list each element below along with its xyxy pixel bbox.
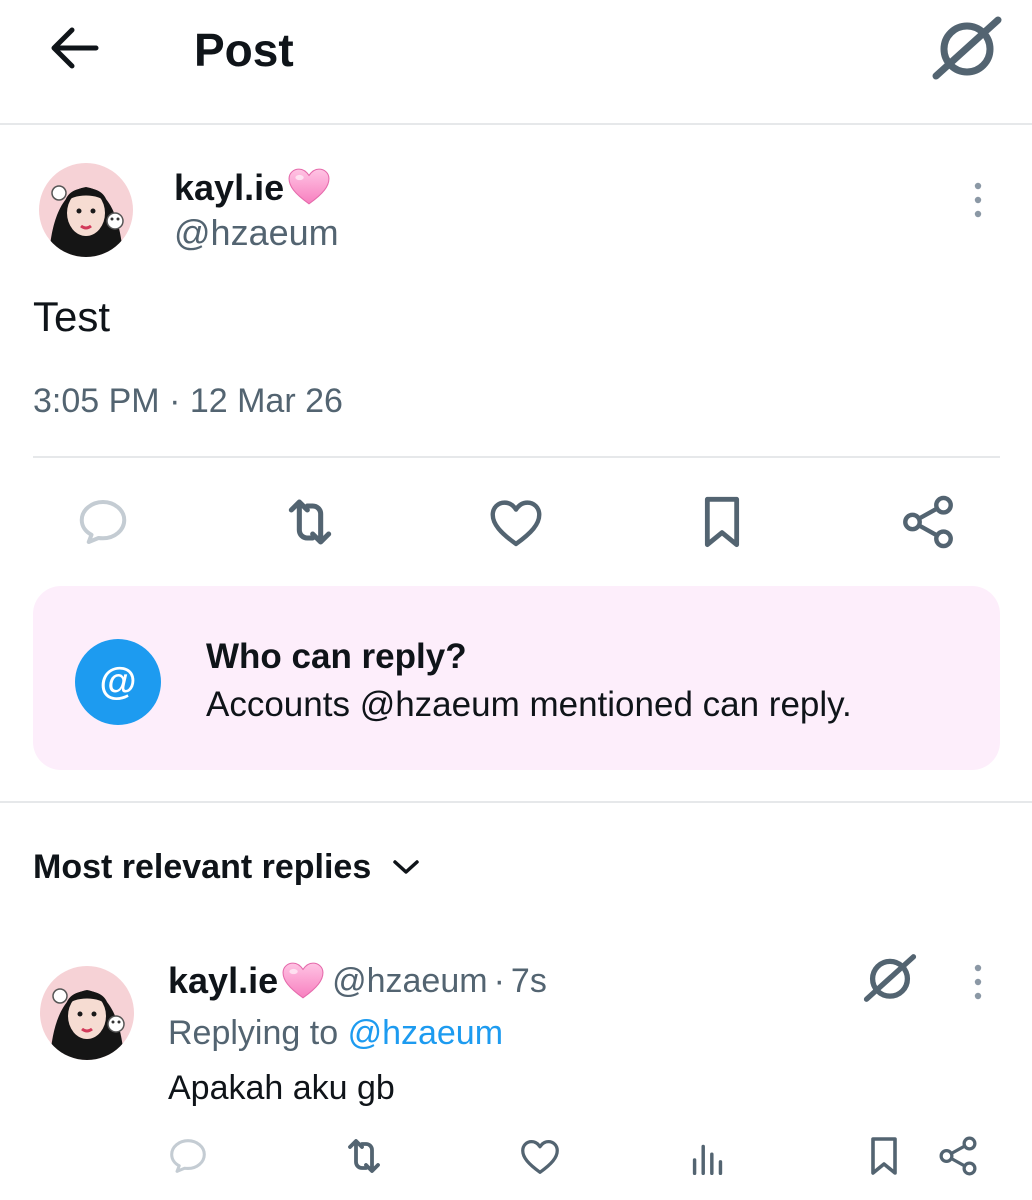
- arrow-left-icon: [51, 27, 99, 69]
- reply-reply-button[interactable]: [160, 1128, 216, 1184]
- reply-grok-button[interactable]: [862, 952, 918, 1004]
- post-timestamp: 3:05 PM · 12 Mar 26: [33, 382, 343, 420]
- reply-bookmark-button[interactable]: [856, 1128, 912, 1184]
- post-more-button[interactable]: [964, 180, 992, 220]
- separator-dot: ·: [493, 961, 505, 1000]
- more-vertical-icon: [964, 962, 992, 1002]
- share-icon: [897, 491, 959, 553]
- who-can-reply-title: Who can reply?: [206, 637, 467, 676]
- replies-sort-dropdown[interactable]: Most relevant replies: [33, 846, 421, 888]
- avatar-image: [40, 966, 134, 1060]
- reply-button[interactable]: [68, 487, 138, 557]
- reply-like-button[interactable]: [512, 1128, 568, 1184]
- replying-to-prefix: Replying to: [168, 1014, 339, 1052]
- author-avatar[interactable]: [39, 163, 133, 257]
- reply-views-button[interactable]: [680, 1130, 736, 1186]
- like-button[interactable]: [481, 487, 551, 557]
- post-text: Test: [33, 293, 111, 340]
- back-button[interactable]: [44, 20, 108, 76]
- like-icon: [485, 491, 547, 553]
- pink-heart-icon: [288, 168, 330, 206]
- page-title: Post: [194, 24, 294, 76]
- pink-heart-icon: [282, 962, 324, 1000]
- reply-author-avatar[interactable]: [40, 966, 134, 1060]
- replying-to: Replying to @hzaeum: [168, 1012, 503, 1054]
- share-icon: [935, 1133, 981, 1179]
- author-display-name: kayl.ie: [174, 167, 285, 208]
- bookmark-button[interactable]: [687, 487, 757, 557]
- repost-icon: [278, 490, 342, 554]
- header-divider: [0, 123, 1032, 125]
- replying-to-link[interactable]: @hzaeum: [348, 1014, 503, 1052]
- grok-icon: [862, 952, 918, 1004]
- reply-more-button[interactable]: [964, 962, 992, 1002]
- reply-repost-button[interactable]: [336, 1128, 392, 1184]
- share-button[interactable]: [893, 487, 963, 557]
- who-can-reply-text: Accounts @hzaeum mentioned can reply.: [206, 685, 852, 724]
- reply-age[interactable]: 7s: [511, 962, 547, 1001]
- avatar-image: [39, 163, 133, 257]
- repost-icon: [340, 1132, 388, 1180]
- grok-icon: [930, 14, 1004, 82]
- reply-text: Apakah aku gb: [168, 1069, 395, 1107]
- bookmark-icon: [860, 1132, 908, 1180]
- like-icon: [517, 1133, 563, 1179]
- bookmark-icon: [690, 490, 754, 554]
- reply-share-button[interactable]: [930, 1128, 986, 1184]
- reply-icon: [165, 1133, 211, 1179]
- reply-header: kayl.ie @hzaeum · 7s: [168, 960, 547, 1002]
- views-icon: [685, 1135, 731, 1181]
- grok-button[interactable]: [930, 14, 1004, 82]
- chevron-down-icon: [393, 860, 419, 874]
- more-vertical-icon: [964, 180, 992, 220]
- repost-button[interactable]: [275, 487, 345, 557]
- who-can-reply-card: [33, 586, 1000, 770]
- mention-badge: @: [75, 639, 161, 725]
- replies-sort-label: Most relevant replies: [33, 848, 372, 886]
- author-handle[interactable]: @hzaeum: [174, 212, 339, 254]
- reply-author-name[interactable]: kayl.ie: [168, 960, 278, 1002]
- section-divider: [0, 801, 1032, 803]
- reply-icon: [73, 492, 133, 552]
- post-divider: [33, 456, 1000, 458]
- author-name[interactable]: kayl.ie: [174, 167, 330, 209]
- reply-author-handle[interactable]: @hzaeum: [332, 960, 487, 1002]
